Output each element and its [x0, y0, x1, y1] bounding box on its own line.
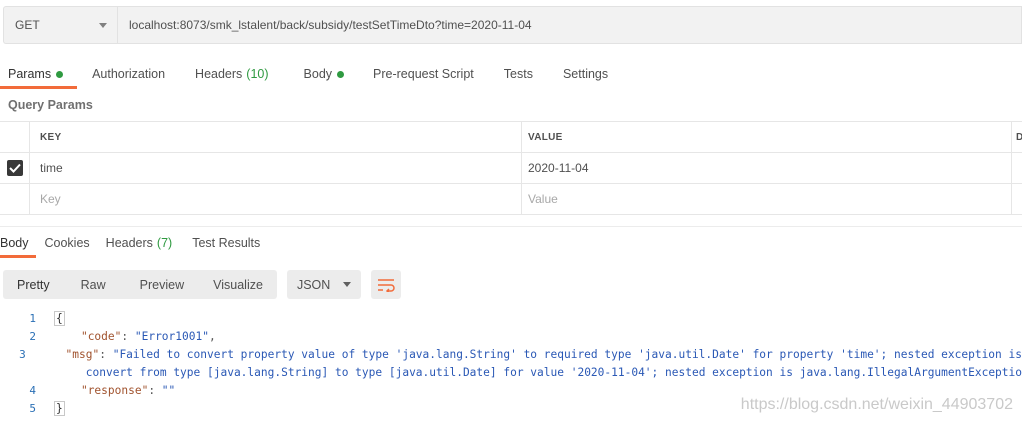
table-row-new: Key Value [0, 184, 1022, 215]
tab-authorization-label: Authorization [92, 67, 166, 81]
body-active-dot [337, 70, 345, 78]
json-key-response: "response" [80, 383, 149, 397]
tab-params[interactable]: Params [8, 60, 64, 88]
tab-prerequest-script[interactable]: Pre-request Script [373, 60, 474, 88]
query-params-title: Query Params [8, 98, 93, 112]
response-tab-underline [0, 255, 36, 258]
tab-tests[interactable]: Tests [504, 60, 533, 88]
response-tab-test-results-label: Test Results [192, 236, 261, 250]
tab-body-label: Body [303, 67, 333, 81]
checkmark-icon [8, 163, 21, 173]
format-select[interactable]: JSON [286, 270, 361, 299]
method-label: GET [15, 18, 40, 32]
query-params-table: KEY VALUE D time 2020-11-04 Key Value [0, 121, 1022, 215]
header-checkbox-cell [0, 122, 30, 152]
request-bar: GET localhost:8073/smk_lstalent/back/sub… [3, 6, 1022, 44]
line-number: 3 [19, 347, 26, 361]
format-label: JSON [296, 277, 331, 292]
tab-settings[interactable]: Settings [563, 60, 608, 88]
new-key-input[interactable]: Key [30, 184, 522, 214]
column-header-value: VALUE [522, 122, 1012, 152]
param-key-cell[interactable]: time [30, 153, 522, 183]
column-header-description: D [1016, 131, 1022, 143]
code-line-wrapped: convert from type [java.lang.String] to … [0, 363, 1022, 381]
view-pretty-button[interactable]: Pretty [3, 270, 68, 299]
new-value-input[interactable]: Value [522, 184, 1012, 214]
json-value-msg-continued: convert from type [java.lang.String] to … [85, 365, 1022, 379]
watermark: https://blog.csdn.net/weixin_44903702 [740, 396, 1013, 413]
json-key-msg: "msg" [65, 347, 100, 361]
response-tab-test-results[interactable]: Test Results [192, 229, 260, 257]
response-tabs: Body Cookies Headers (7) Test Results [0, 229, 260, 257]
line-number: 4 [29, 383, 36, 397]
tab-body[interactable]: Body [304, 60, 345, 88]
view-mode-group: Pretty Raw Preview Visualize [3, 270, 277, 299]
line-number: 2 [29, 329, 36, 343]
view-visualize-button[interactable]: Visualize [200, 270, 277, 299]
line-number: 5 [29, 401, 36, 415]
line-number: 1 [29, 311, 36, 325]
code-line: 2 "code": "Error1001", [0, 327, 1022, 345]
response-tab-cookies[interactable]: Cookies [45, 229, 90, 257]
method-select[interactable]: GET [3, 6, 117, 44]
chevron-down-icon [99, 22, 107, 28]
response-toolbar: Pretty Raw Preview Visualize JSON [3, 270, 401, 299]
tab-tests-label: Tests [503, 67, 533, 81]
json-value-response: "" [161, 383, 176, 397]
column-header-key: KEY [30, 122, 522, 152]
tab-headers-label: Headers [195, 67, 243, 81]
response-tab-headers[interactable]: Headers (7) [106, 229, 173, 257]
wrap-lines-button[interactable] [370, 270, 401, 299]
code-line: 1 { [0, 309, 1022, 327]
tab-headers-count: (10) [246, 67, 269, 81]
json-value-msg: "Failed to convert property value of typ… [112, 347, 1022, 361]
tab-prerequest-label: Pre-request Script [373, 67, 474, 81]
table-header-row: KEY VALUE D [0, 122, 1022, 153]
tab-params-label: Params [8, 67, 52, 81]
request-tabs: Params Authorization Headers (10) Body P… [0, 60, 608, 88]
wrap-lines-icon [377, 278, 395, 292]
new-row-checkbox-cell [0, 184, 30, 214]
tab-settings-label: Settings [562, 67, 609, 81]
params-active-dot [56, 70, 64, 78]
tab-authorization[interactable]: Authorization [92, 60, 165, 88]
response-tab-headers-label: Headers [105, 236, 153, 250]
chevron-down-icon [342, 282, 351, 287]
table-row: time 2020-11-04 [0, 153, 1022, 184]
param-enabled-checkbox[interactable] [6, 160, 23, 176]
open-brace: { [54, 310, 65, 326]
response-tab-body[interactable]: Body [0, 229, 29, 257]
view-raw-button[interactable]: Raw [68, 270, 127, 299]
new-description-input[interactable] [1012, 184, 1022, 214]
json-value-code: "Error1001" [134, 329, 209, 343]
param-value-cell[interactable]: 2020-11-04 [522, 153, 1012, 183]
active-tab-underline [0, 86, 77, 89]
close-brace: } [54, 400, 65, 416]
code-line: 3 "msg": "Failed to convert property val… [0, 345, 1022, 363]
row-checkbox-cell [0, 153, 30, 183]
response-divider [0, 226, 1022, 227]
response-tab-cookies-label: Cookies [44, 236, 90, 250]
param-description-cell[interactable] [1012, 153, 1022, 183]
response-tab-body-label: Body [0, 236, 29, 250]
view-preview-button[interactable]: Preview [127, 270, 200, 299]
tab-headers[interactable]: Headers (10) [195, 60, 268, 88]
response-headers-count: (7) [156, 236, 173, 250]
json-key-code: "code" [80, 329, 122, 343]
url-input[interactable]: localhost:8073/smk_lstalent/back/subsidy… [117, 6, 1022, 44]
